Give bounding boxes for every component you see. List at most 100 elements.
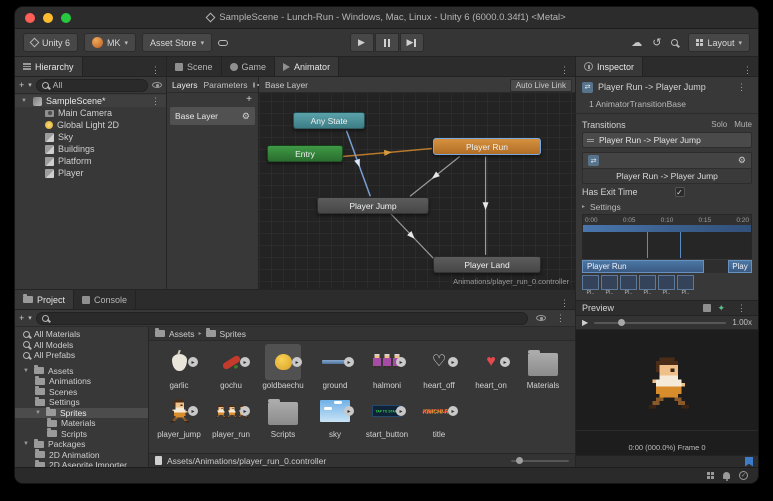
state-node-player-land[interactable]: Player Land [433, 256, 541, 273]
clip-track-player-run[interactable]: Player Run [582, 260, 705, 273]
asset-label-icon[interactable] [745, 456, 753, 467]
favorite-all-materials[interactable]: All Materials [15, 329, 148, 340]
add-gameobject-button[interactable]: + [19, 80, 24, 90]
sprite-expander-icon[interactable]: ▸ [344, 357, 354, 367]
cloud-icon[interactable]: ☁ [631, 36, 642, 49]
tab-hierarchy[interactable]: Hierarchy [15, 57, 83, 76]
panel-menu-icon[interactable]: ⋮ [145, 65, 166, 76]
foldout-icon[interactable]: ▸ [582, 203, 585, 210]
timeline-transition-zone[interactable] [583, 232, 751, 258]
sprite-expander-icon[interactable]: ▸ [396, 406, 406, 416]
hidden-assets-icon[interactable] [536, 315, 546, 321]
breadcrumb-assets[interactable]: Assets [169, 329, 195, 339]
asset-item-materials-folder[interactable]: Materials [517, 344, 569, 390]
folder-2d-animation[interactable]: 2D Animation [15, 449, 148, 461]
asset-item-ground[interactable]: ▸ ground [309, 344, 361, 390]
layer-item-base[interactable]: Base Layer ⚙ [170, 107, 255, 125]
add-layer-button[interactable]: + [246, 94, 252, 105]
sprite-expander-icon[interactable]: ▸ [188, 357, 198, 367]
tab-layers[interactable]: Layers [172, 80, 198, 90]
sprite-expander-icon[interactable]: ▸ [188, 406, 198, 416]
preview-play-button[interactable]: ▶ [582, 318, 588, 327]
pause-button[interactable] [374, 33, 399, 52]
folder-sprites[interactable]: ▼ Sprites [15, 407, 148, 418]
close-window-button[interactable] [25, 12, 35, 23]
sprite-expander-icon[interactable]: ▸ [448, 357, 458, 367]
state-node-player-jump[interactable]: Player Jump [317, 197, 429, 214]
state-node-player-run[interactable]: Player Run [433, 138, 541, 155]
keyframe-thumb[interactable]: Pl.. [639, 275, 656, 296]
sprite-expander-icon[interactable]: ▸ [240, 406, 250, 416]
keyframe-thumb[interactable]: Pl.. [658, 275, 675, 296]
zoom-window-button[interactable] [61, 12, 71, 23]
preview-header[interactable]: Preview ✦ ⋮ [576, 300, 758, 316]
folder-sprites-materials[interactable]: Materials [15, 417, 148, 429]
panel-menu-icon[interactable]: ⋮ [737, 65, 758, 76]
folder-animations[interactable]: Animations [15, 375, 148, 387]
hierarchy-item-main-camera[interactable]: Main Camera [15, 107, 166, 119]
timeline-range-bar[interactable] [583, 225, 751, 232]
scene-menu-icon[interactable]: ⋮ [145, 96, 166, 107]
gear-icon[interactable]: ⚙ [738, 155, 746, 166]
play-button[interactable]: ▶ [349, 33, 374, 52]
asset-item-heart-off[interactable]: ♡ ▸ heart_off [413, 344, 465, 390]
hierarchy-item-buildings[interactable]: Buildings [15, 143, 166, 155]
sprite-expander-icon[interactable]: ▸ [240, 357, 250, 367]
keyframe-thumb[interactable]: Pl.. [620, 275, 637, 296]
create-asset-button[interactable]: + [19, 313, 24, 323]
foldout-icon[interactable]: ▼ [23, 368, 30, 374]
history-icon[interactable]: ↺ [652, 36, 661, 49]
tab-scene[interactable]: Scene [167, 57, 222, 76]
account-dropdown[interactable]: MK ▾ [84, 33, 137, 52]
folder-sprites-scripts[interactable]: Scripts [15, 428, 148, 440]
foldout-icon[interactable]: ▼ [35, 410, 42, 416]
sprite-expander-icon[interactable]: ▸ [396, 357, 406, 367]
asset-item-garlic[interactable]: ▸ garlic [153, 344, 205, 390]
search-icon[interactable] [671, 39, 679, 46]
clip-track-player-jump[interactable]: Play [728, 260, 752, 273]
asset-item-player-run[interactable]: ▸ player_run [205, 393, 257, 439]
preview-viewport[interactable]: 0:00 (000.0%) Frame 0 [576, 330, 758, 455]
hierarchy-item-platform[interactable]: Platform [15, 155, 166, 167]
state-node-any-state[interactable]: Any State [293, 112, 365, 129]
asset-item-gochu[interactable]: ▸ gochu [205, 344, 257, 390]
effects-icon[interactable]: ✦ [717, 303, 725, 314]
asset-item-scripts-folder[interactable]: Scripts [257, 393, 309, 439]
foldout-icon[interactable]: ▼ [23, 441, 30, 447]
graph-breadcrumb[interactable]: Base Layer [265, 80, 308, 90]
sprite-expander-icon[interactable]: ▸ [344, 406, 354, 416]
scene-visibility-icon[interactable] [152, 82, 162, 88]
keyframe-thumb[interactable]: Pl.. [601, 275, 618, 296]
keyframe-thumb[interactable]: Pl.. [582, 275, 599, 296]
step-button[interactable]: ▶ [399, 33, 424, 52]
panel-menu-icon[interactable]: ⋮ [554, 65, 575, 76]
keyframe-thumb[interactable]: Pl.. [677, 275, 694, 296]
asset-item-heart-on[interactable]: ♥ ▸ heart_on [465, 344, 517, 390]
has-exit-time-checkbox[interactable]: ✓ [674, 187, 685, 197]
panel-menu-icon[interactable]: ⋮ [731, 82, 752, 93]
sprite-expander-icon[interactable]: ▸ [292, 357, 302, 367]
eye-icon[interactable] [253, 81, 260, 88]
tab-animator[interactable]: Animator [275, 57, 340, 76]
version-control-icon[interactable] [218, 39, 229, 46]
state-node-entry[interactable]: Entry [267, 145, 343, 162]
asset-item-sky[interactable]: ▸ sky [309, 393, 361, 439]
auto-live-link-button[interactable]: Auto Live Link [509, 79, 572, 92]
favorite-all-models[interactable]: All Models [15, 340, 148, 351]
scene-header-row[interactable]: ▼ SampleScene* ⋮ [15, 95, 166, 107]
folder-settings[interactable]: Settings [15, 396, 148, 408]
asset-store-dropdown[interactable]: Asset Store ▾ [142, 33, 213, 52]
tab-console[interactable]: Console [74, 290, 137, 309]
folder-assets[interactable]: ▼ Assets [15, 365, 148, 377]
drag-handle-icon[interactable] [587, 138, 594, 142]
hierarchy-item-sky[interactable]: Sky [15, 131, 166, 143]
hierarchy-item-player[interactable]: Player [15, 167, 166, 179]
folder-scenes[interactable]: Scenes [15, 386, 148, 398]
layout-dropdown[interactable]: Layout ▾ [688, 33, 750, 52]
tab-parameters[interactable]: Parameters [204, 80, 248, 90]
minimize-window-button[interactable] [43, 12, 53, 23]
animator-graph[interactable]: Base Layer Auto Live Link Any State Entr… [259, 77, 575, 289]
gear-icon[interactable]: ⚙ [242, 111, 250, 122]
panel-menu-icon[interactable]: ⋮ [550, 313, 571, 324]
hierarchy-search-input[interactable]: All [35, 78, 148, 92]
